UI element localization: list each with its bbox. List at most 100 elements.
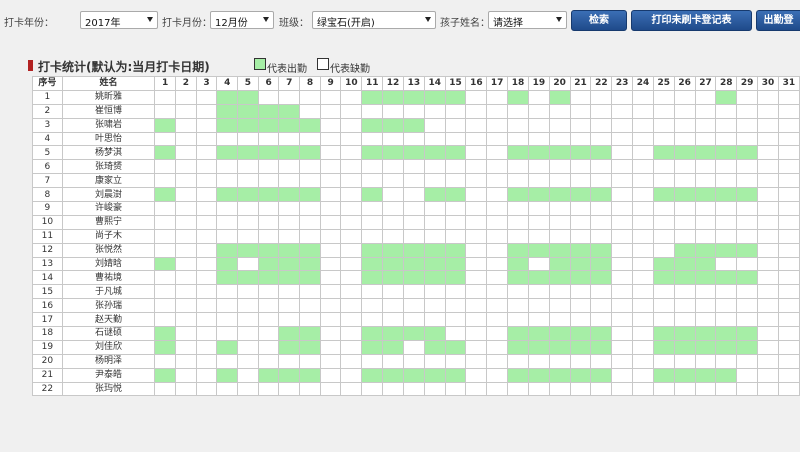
day-cell-absent bbox=[652, 117, 675, 133]
day-cell-present bbox=[216, 367, 239, 383]
day-cell-absent bbox=[216, 173, 239, 189]
day-cell-absent bbox=[757, 131, 779, 147]
day-cell-absent bbox=[694, 159, 717, 175]
header-day: 3 bbox=[195, 76, 218, 91]
table-row: 1 姚昕雅 bbox=[32, 89, 800, 105]
class-select[interactable]: 绿宝石(开启) bbox=[312, 11, 436, 29]
row-number: 11 bbox=[32, 228, 63, 244]
day-cell-absent bbox=[507, 131, 529, 147]
day-cell-absent bbox=[278, 173, 301, 189]
day-cell-absent bbox=[757, 201, 779, 216]
day-cell-absent bbox=[777, 381, 800, 397]
day-cell-absent bbox=[382, 201, 404, 216]
day-cell-absent bbox=[527, 284, 550, 300]
month-select[interactable]: 12月份 bbox=[210, 11, 274, 29]
day-cell-absent bbox=[507, 173, 529, 189]
table-row: 10 曹熙宁 bbox=[32, 214, 800, 230]
day-cell-absent bbox=[652, 298, 675, 314]
attendance-button[interactable]: 出勤登 bbox=[756, 10, 800, 31]
day-cell-absent bbox=[507, 201, 529, 216]
day-cell-absent bbox=[174, 117, 197, 133]
day-cell-absent bbox=[527, 159, 550, 175]
row-number: 13 bbox=[32, 256, 63, 272]
day-cell-absent bbox=[174, 242, 197, 258]
day-cell-present bbox=[402, 117, 425, 133]
student-name: 许峻豪 bbox=[61, 201, 156, 216]
search-button[interactable]: 检索 bbox=[571, 10, 627, 31]
day-cell-absent bbox=[757, 145, 779, 161]
print-unswiped-button[interactable]: 打印未刷卡登记表 bbox=[631, 10, 752, 31]
month-label: 打卡月份： bbox=[162, 18, 212, 29]
day-cell-absent bbox=[632, 381, 654, 397]
day-cell-present bbox=[423, 89, 446, 105]
day-cell-absent bbox=[465, 117, 488, 133]
day-cell-absent bbox=[465, 173, 488, 189]
day-cell-absent bbox=[257, 228, 280, 244]
day-cell-present bbox=[444, 367, 467, 383]
day-cell-present bbox=[673, 187, 696, 203]
day-cell-present bbox=[154, 367, 176, 383]
day-cell-absent bbox=[195, 381, 218, 397]
day-cell-present bbox=[154, 256, 176, 272]
day-cell-present bbox=[216, 117, 239, 133]
day-cell-absent bbox=[340, 242, 363, 258]
day-cell-absent bbox=[299, 173, 321, 189]
day-cell-absent bbox=[590, 89, 613, 105]
day-cell-absent bbox=[715, 173, 738, 189]
day-cell-absent bbox=[527, 89, 550, 105]
day-cell-absent bbox=[195, 187, 218, 203]
day-cell-absent bbox=[777, 187, 800, 203]
day-cell-present bbox=[257, 117, 280, 133]
day-cell-present bbox=[423, 270, 446, 286]
day-cell-absent bbox=[569, 312, 592, 328]
header-day: 19 bbox=[527, 76, 550, 91]
day-cell-present bbox=[590, 367, 613, 383]
day-cell-absent bbox=[694, 312, 717, 328]
student-name: 康家立 bbox=[61, 173, 156, 189]
day-cell-absent bbox=[486, 117, 509, 133]
day-cell-absent bbox=[694, 117, 717, 133]
header-day: 28 bbox=[715, 76, 738, 91]
day-cell-absent bbox=[611, 242, 634, 258]
header-day: 12 bbox=[382, 76, 404, 91]
day-cell-absent bbox=[174, 367, 197, 383]
table-row: 16 张孙瑞 bbox=[32, 298, 800, 314]
day-cell-present bbox=[382, 367, 404, 383]
day-cell-absent bbox=[174, 381, 197, 397]
day-cell-absent bbox=[465, 353, 488, 369]
child-select[interactable]: 请选择 bbox=[488, 11, 567, 29]
day-cell-absent bbox=[611, 89, 634, 105]
day-cell-absent bbox=[757, 367, 779, 383]
chevron-down-icon bbox=[425, 17, 431, 22]
day-cell-absent bbox=[319, 312, 342, 328]
day-cell-present bbox=[652, 326, 675, 341]
day-cell-absent bbox=[174, 103, 197, 119]
child-label: 孩子姓名： bbox=[440, 18, 490, 29]
day-cell-absent bbox=[444, 381, 467, 397]
row-number: 4 bbox=[32, 131, 63, 147]
day-cell-present bbox=[548, 270, 571, 286]
day-cell-present bbox=[299, 117, 321, 133]
day-cell-present bbox=[257, 187, 280, 203]
day-cell-absent bbox=[382, 187, 404, 203]
header-day: 9 bbox=[319, 76, 342, 91]
day-cell-present bbox=[694, 339, 717, 355]
day-cell-absent bbox=[237, 339, 259, 355]
day-cell-absent bbox=[632, 89, 654, 105]
day-cell-absent bbox=[361, 284, 384, 300]
day-cell-absent bbox=[777, 173, 800, 189]
day-cell-absent bbox=[736, 367, 759, 383]
day-cell-absent bbox=[154, 381, 176, 397]
day-cell-absent bbox=[174, 187, 197, 203]
day-cell-present bbox=[278, 367, 301, 383]
day-cell-absent bbox=[361, 201, 384, 216]
day-cell-absent bbox=[611, 117, 634, 133]
day-cell-absent bbox=[590, 228, 613, 244]
day-cell-absent bbox=[299, 298, 321, 314]
day-cell-absent bbox=[673, 89, 696, 105]
day-cell-absent bbox=[319, 284, 342, 300]
day-cell-absent bbox=[673, 298, 696, 314]
day-cell-absent bbox=[590, 381, 613, 397]
day-cell-absent bbox=[611, 131, 634, 147]
year-select[interactable]: 2017年 bbox=[80, 11, 158, 29]
